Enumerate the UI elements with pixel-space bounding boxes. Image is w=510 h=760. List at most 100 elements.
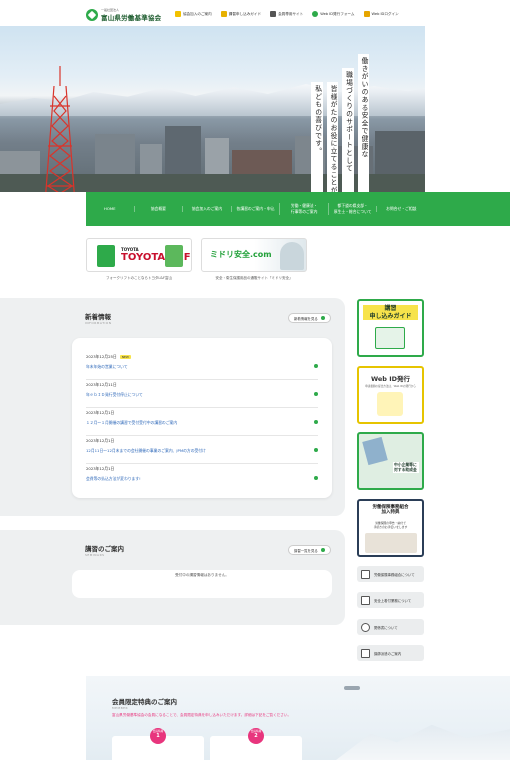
insurance-note: 労働保険の申告・納付で 手続きのお手伝いをします xyxy=(373,521,408,529)
toyota-lf-banner[interactable]: TOYOTA TOYOTA L&F xyxy=(86,238,192,272)
benefit-badge-number: 1 xyxy=(156,732,160,739)
side-link-label: 安全上着付業務について xyxy=(374,598,412,603)
seminar-more-button[interactable]: 講習一覧を見る xyxy=(288,545,331,555)
main-nav-law[interactable]: 労働・健康法・ 行事等のご案内 xyxy=(279,203,328,215)
site-logo[interactable]: 一般社団法人 富山県労働基準協会 xyxy=(86,8,161,22)
benefit-badge-2: 会員特典 2 xyxy=(248,728,264,744)
logo-title: 富山県労働基準協会 xyxy=(101,14,162,22)
new-badge: NEW xyxy=(119,355,131,359)
main-nav-home[interactable]: HOME xyxy=(86,206,134,212)
news-date: 2023年12月25日 xyxy=(86,354,117,359)
webid-title: Web ID発行 xyxy=(370,375,411,383)
news-date: 2023年12月1日 xyxy=(86,466,115,471)
news-item[interactable]: 2023年12月25日 NEW 年末年始の営業について xyxy=(86,354,318,380)
subsidy-banner[interactable]: 中小企業等に対する助成金 xyxy=(357,432,424,490)
news-date: 2023年12月11日 xyxy=(86,382,117,387)
side-link-safety[interactable]: 安全上着付業務について xyxy=(357,592,424,608)
nav-guide-label: 講習申し込みガイド xyxy=(228,11,262,16)
logo-mark-icon xyxy=(86,9,98,21)
guide-title: 講習 申し込みガイド xyxy=(363,305,418,320)
side-link-documents[interactable]: 関係書について xyxy=(357,619,424,635)
nav-members-link[interactable]: 会員専用サイト xyxy=(270,11,303,17)
main-nav-about[interactable]: 協会概要 xyxy=(133,206,183,212)
nav-webid-login-label: Web IDログイン xyxy=(371,11,399,16)
catch-line-2: 職場づくりのサポートとして xyxy=(342,68,354,192)
main-nav-join[interactable]: 協会加入のご案内 xyxy=(182,206,231,212)
forklift-icon xyxy=(97,245,115,267)
news-item[interactable]: 2023年12月1日 １２月～１月開催の講習で受付受付中の講習のご案内 xyxy=(86,410,318,436)
nav-join-link[interactable]: 協会加入のご案内 xyxy=(175,11,212,17)
user-icon xyxy=(312,11,319,17)
news-link[interactable]: 年末年始の営業について xyxy=(86,364,318,370)
nav-webid-form-label: Web ID発行フォーム xyxy=(320,11,355,16)
nav-side-band xyxy=(425,192,510,226)
side-link-lecturer[interactable]: 講師派遣のご案内 xyxy=(357,645,424,661)
news-link[interactable]: 会費等の払込方法が変わります! xyxy=(86,476,318,482)
news-date: 2023年12月1日 xyxy=(86,438,115,443)
main-nav-seminars[interactable]: 各講習のご案内・申込 xyxy=(230,206,280,212)
news-link[interactable]: １２月～１月開催の講習で受付受付中の講習のご案内 xyxy=(86,420,318,426)
news-item[interactable]: 2023年12月1日 会費等の払込方法が変わります! xyxy=(86,466,318,492)
seminar-title: 講習のご案内 xyxy=(85,545,124,553)
news-subtitle: INFORMATION xyxy=(85,321,112,325)
members-title: 会員限定特典のご案内 xyxy=(112,698,177,706)
webid-note: 申請書類の提出方法は、Web IDの発行から xyxy=(365,385,416,388)
catch-line-1: 働きがいのある安全で健康な xyxy=(357,54,369,192)
arrow-dot-icon xyxy=(314,448,318,452)
members-mountains xyxy=(336,724,510,760)
chat-icon xyxy=(361,622,370,632)
nav-guide-link[interactable]: 講習申し込みガイド xyxy=(220,11,262,17)
main-nav-branches[interactable]: 都下道の県支部・ 厚生士・総合について xyxy=(327,203,377,215)
seminar-list: 受付中の講習情報はありません。 xyxy=(72,570,332,598)
book-icon xyxy=(220,11,227,17)
insurance-banner[interactable]: 労働保険事務組合 加入特典 労働保険の申告・納付で 手続きのお手伝いをします xyxy=(357,499,424,557)
hero-image: 働きがいのある安全で健康な 職場づくりのサポートとして 皆様がたのお役に立てるこ… xyxy=(0,26,425,192)
beginner-leaf-icon xyxy=(175,11,181,17)
members-lead: 富山県労働基準協会の会員になることで、会員限定特典を申し込みいただけます。詳細は… xyxy=(112,713,292,717)
news-item[interactable]: 2023年12月1日 12月11日～12月末までの会社開催の事業のご案内、JPM… xyxy=(86,438,318,464)
worker-photo xyxy=(280,242,304,270)
webid-banner[interactable]: Web ID発行 申請書類の提出方法は、Web IDの発行から xyxy=(357,366,424,424)
news-title: 新着情報 xyxy=(85,313,111,321)
workers-illustration xyxy=(362,436,388,466)
hero-catchphrase: 働きがいのある安全で健康な 職場づくりのサポートとして 皆様がたのお役に立てるこ… xyxy=(0,54,369,192)
webid-illustration xyxy=(377,392,403,416)
benefit-badge-number: 2 xyxy=(254,732,258,739)
news-list: 2023年12月25日 NEW 年末年始の営業について 2023年12月11日 年… xyxy=(72,338,332,498)
midori-banner[interactable]: ミドリ安全.com xyxy=(201,238,307,272)
side-link-label: 労働保険事務組合について xyxy=(374,572,415,577)
news-link[interactable]: 年ｅｂＩＤ発行受付停止について xyxy=(86,392,318,398)
presentation-icon xyxy=(361,648,370,658)
nav-webid-form-link[interactable]: Web ID発行フォーム xyxy=(312,11,355,17)
airplane-icon xyxy=(344,686,360,690)
document-icon xyxy=(361,569,370,579)
side-link-label: 講師派遣のご案内 xyxy=(374,651,402,656)
forklift-icon xyxy=(165,245,183,267)
lock-icon xyxy=(363,11,370,17)
insurance-title: 労働保険事務組合 加入特典 xyxy=(372,505,409,516)
nav-members-label: 会員専用サイト xyxy=(278,11,304,16)
utility-nav: 協会加入のご案内 講習申し込みガイド 会員専用サイト Web ID発行フォーム … xyxy=(175,11,399,17)
nav-join-label: 協会加入のご案内 xyxy=(183,11,212,16)
arrow-dot-icon xyxy=(314,392,318,396)
toyota-caption: フォークリフトのことならトヨタL&F富山 xyxy=(105,276,173,280)
benefit-badge-1: 会員特典 1 xyxy=(150,728,166,744)
arrow-dot-icon xyxy=(314,476,318,480)
seminar-empty-text: 受付中の講習情報はありません。 xyxy=(175,573,229,577)
news-more-button[interactable]: 新着情報を見る xyxy=(288,313,331,323)
arrow-dot-icon xyxy=(314,420,318,424)
side-link-insurance-union[interactable]: 労働保険事務組合について xyxy=(357,566,424,582)
catch-line-3: 皆様がたのお役に立てることが xyxy=(326,82,339,192)
midori-logo: ミドリ安全.com xyxy=(210,250,272,259)
seminar-subtitle: SEMINARS xyxy=(85,553,105,557)
nav-webid-login-link[interactable]: Web IDログイン xyxy=(363,11,399,17)
main-nav: HOME 協会概要 協会加入のご案内 各講習のご案内・申込 労働・健康法・ 行事… xyxy=(86,192,425,226)
seminar-guide-banner[interactable]: 講習 申し込みガイド xyxy=(357,299,424,357)
news-item[interactable]: 2023年12月11日 年ｅｂＩＤ発行受付停止について xyxy=(86,382,318,408)
members-subtitle: MEMBER xyxy=(112,706,129,710)
main-nav-contact[interactable]: お問合せ・ご相談 xyxy=(376,206,425,212)
subsidy-label: 中小企業等に対する助成金 xyxy=(393,462,419,474)
clipboard-icon xyxy=(361,595,370,605)
catch-line-4: 私どもの喜びです。 xyxy=(311,82,323,192)
news-link[interactable]: 12月11日～12月末までの会社開催の事業のご案内、JPMの方の受付け xyxy=(86,448,318,454)
